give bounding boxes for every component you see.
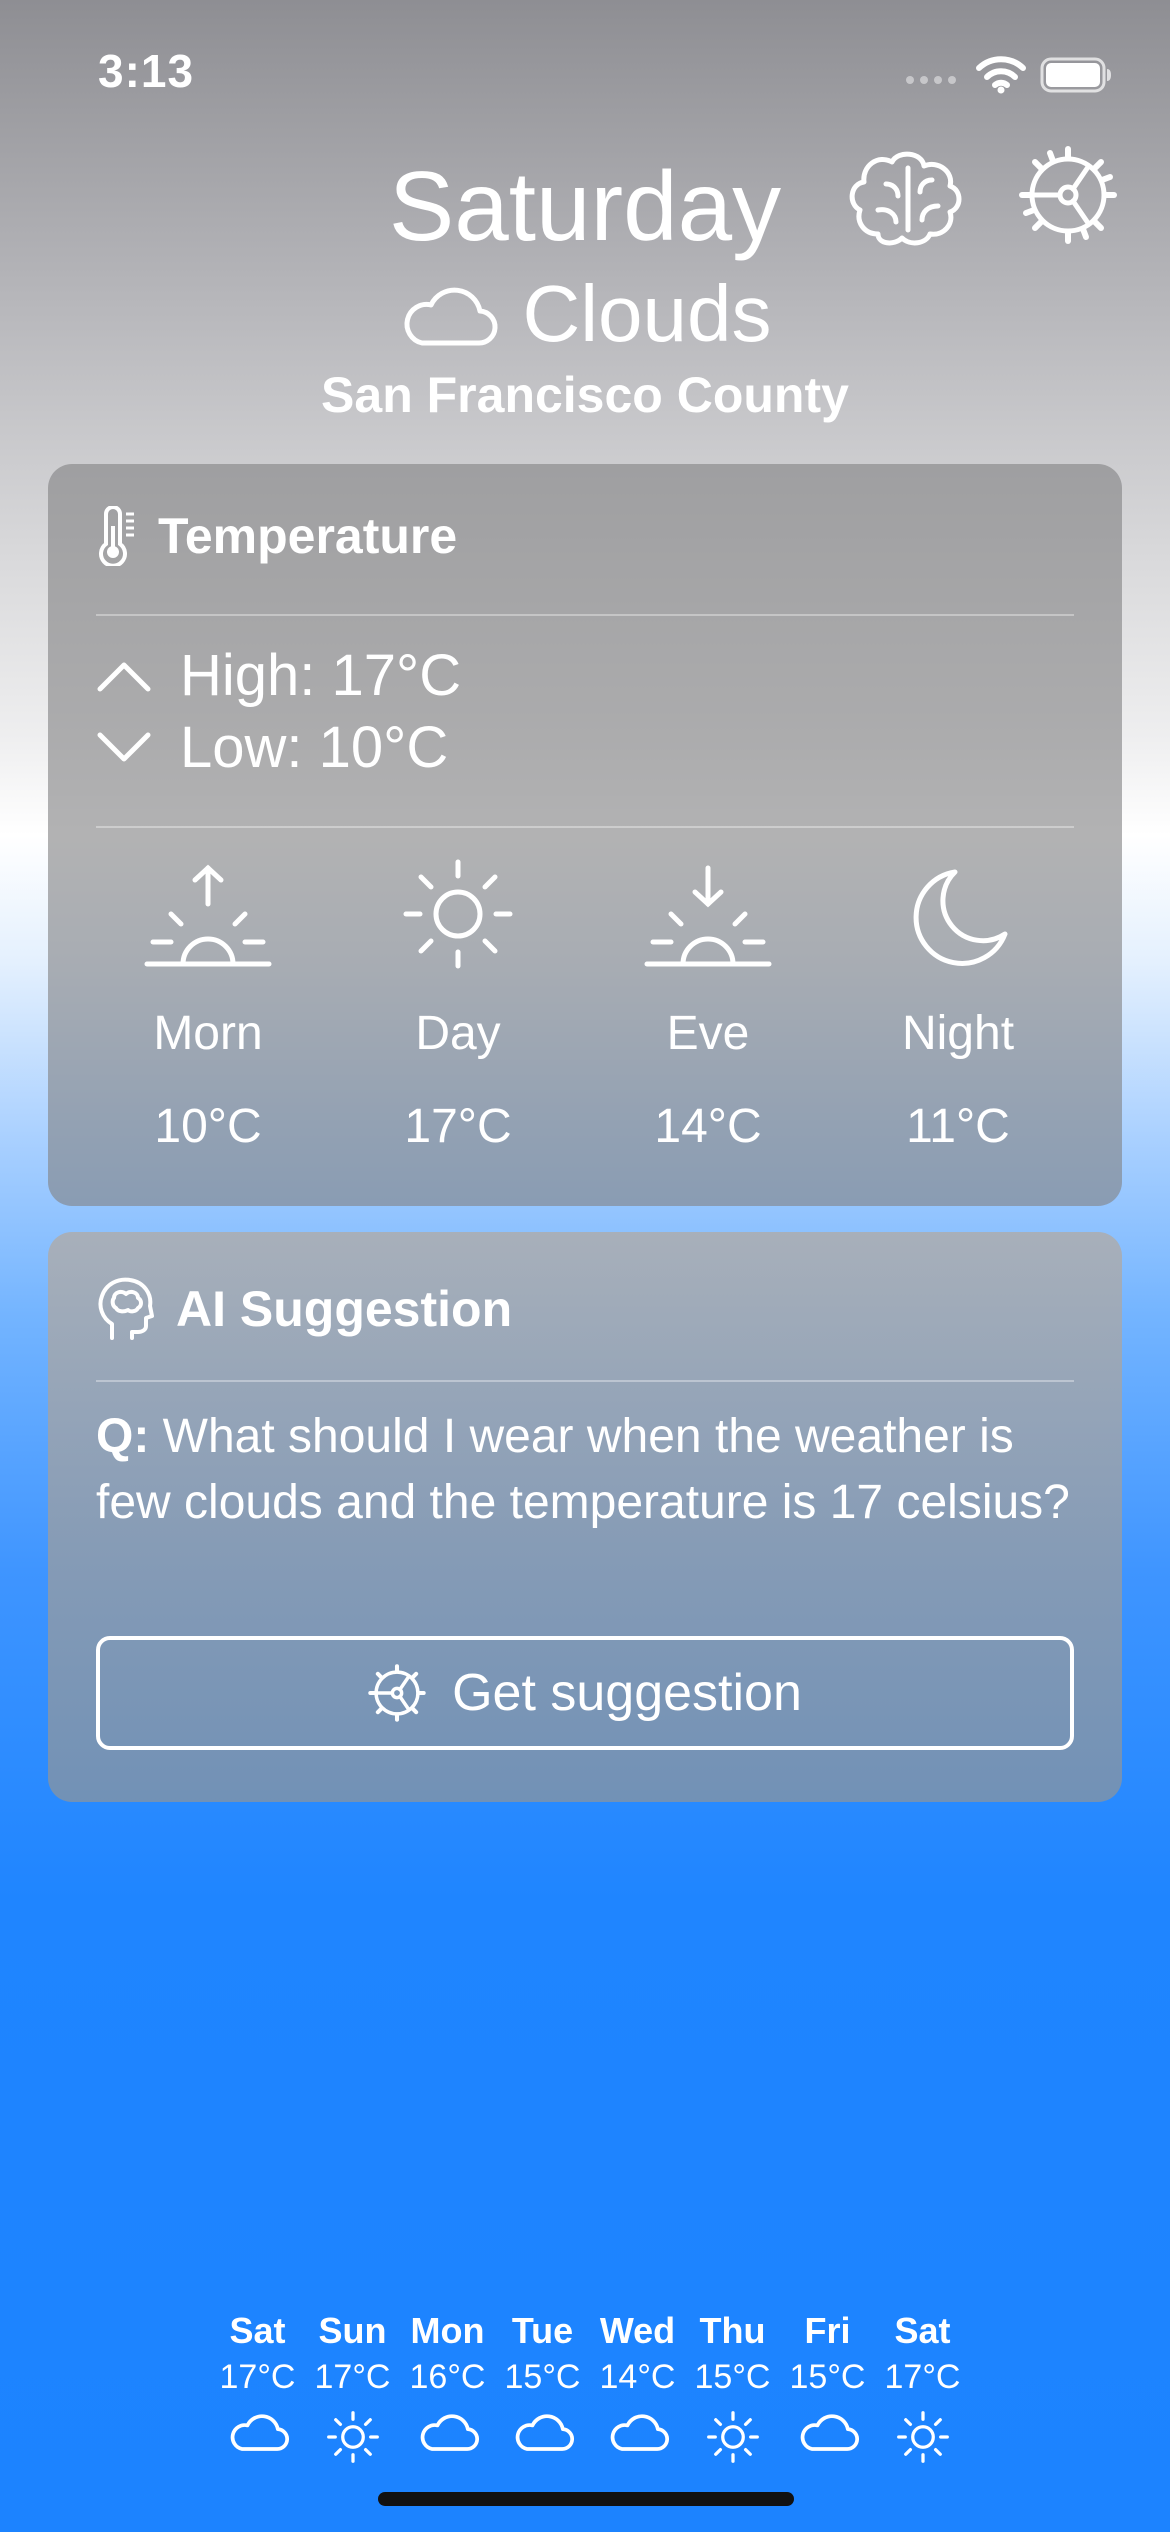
period-temperature: 17°C (404, 1100, 512, 1153)
gear-icon (1019, 146, 1117, 244)
period-label: Eve (666, 1007, 750, 1060)
forecast-day-name: Fri (804, 2310, 851, 2351)
forecast-day: Sat 17°C (210, 2310, 305, 2465)
period-night: Night 11°C (833, 854, 1083, 1154)
cloud-icon (780, 2409, 875, 2453)
condition-text: Clouds (522, 269, 772, 358)
forecast-day: Fri 15°C (780, 2310, 875, 2465)
forecast-day-temperature: 16°C (409, 2358, 486, 2396)
ai-question: Q: What should I wear when the weather i… (96, 1404, 1074, 1536)
forecast-day: Wed 14°C (590, 2310, 685, 2465)
sunrise-icon (83, 854, 333, 974)
forecast-day-name: Mon (410, 2310, 485, 2351)
forecast-day: Thu 15°C (685, 2310, 780, 2465)
period-evening: Eve 14°C (583, 854, 833, 1154)
temperature-card-title: Temperature (158, 508, 458, 564)
chevron-up-icon (96, 659, 152, 693)
period-label: Day (415, 1007, 501, 1060)
period-label: Morn (153, 1007, 263, 1060)
forecast-day-name: Wed (599, 2310, 676, 2351)
low-temperature-row: Low: 10°C (96, 714, 448, 781)
home-indicator[interactable] (378, 2492, 794, 2506)
day-title: Saturday (388, 151, 782, 261)
period-label: Night (901, 1007, 1015, 1060)
cloud-icon (400, 2409, 495, 2453)
forecast-day-temperature: 17°C (219, 2358, 296, 2396)
question-prefix: Q: (96, 1410, 150, 1463)
wifi-icon (975, 54, 1027, 94)
condition-row: Clouds (0, 268, 1170, 360)
ai-card-header: AI Suggestion (96, 1276, 512, 1342)
temperature-card: Temperature High: 17°C Low: 10°C Morn 10… (48, 464, 1122, 1206)
status-time: 3:13 (98, 45, 195, 97)
forecast-day-temperature: 14°C (599, 2358, 676, 2396)
forecast-day-temperature: 17°C (314, 2358, 391, 2396)
gear-icon (368, 1664, 426, 1722)
forecast-day-temperature: 17°C (884, 2358, 961, 2396)
sunset-icon (583, 854, 833, 974)
period-morning: Morn 10°C (83, 854, 333, 1154)
divider (96, 1380, 1074, 1382)
ai-suggestion-card: AI Suggestion Q: What should I wear when… (48, 1232, 1122, 1802)
weekly-forecast: Sat 17°C Sun 17°C Mon 16°C Tue 15°C Wed 14°C Thu 15… (210, 2310, 970, 2465)
sun-icon (875, 2409, 970, 2465)
sun-icon (333, 854, 583, 974)
sun-icon (685, 2409, 780, 2465)
forecast-day-name: Sun (318, 2310, 387, 2351)
forecast-day: Tue 15°C (495, 2310, 590, 2465)
forecast-day-temperature: 15°C (694, 2358, 771, 2396)
forecast-day-name: Tue (511, 2310, 574, 2351)
brain-icon (849, 151, 962, 246)
high-temperature: High: 17°C (180, 643, 462, 708)
cellular-signal-icon (905, 74, 957, 86)
period-temperature: 11°C (906, 1100, 1010, 1153)
cloud-icon (590, 2409, 685, 2453)
question-text: What should I wear when the weather is f… (96, 1410, 1070, 1529)
low-temperature: Low: 10°C (180, 715, 449, 780)
temperature-card-header: Temperature (96, 506, 457, 566)
settings-button[interactable] (1018, 145, 1118, 245)
forecast-day-temperature: 15°C (789, 2358, 866, 2396)
get-suggestion-label: Get suggestion (452, 1664, 802, 1722)
get-suggestion-button[interactable]: Get suggestion (96, 1636, 1074, 1750)
forecast-day-temperature: 15°C (504, 2358, 581, 2396)
ai-card-title: AI Suggestion (176, 1281, 513, 1337)
period-temperature: 10°C (154, 1100, 262, 1153)
cloud-icon (210, 2409, 305, 2453)
location-name: San Francisco County (321, 367, 849, 423)
forecast-day: Sun 17°C (305, 2310, 400, 2465)
ai-brain-button[interactable] (848, 140, 968, 250)
battery-icon (1040, 57, 1112, 93)
sun-icon (305, 2409, 400, 2465)
period-day: Day 17°C (333, 854, 583, 1154)
high-temperature-row: High: 17°C (96, 642, 461, 709)
forecast-day-name: Sat (894, 2310, 951, 2351)
head-brain-icon (96, 1276, 154, 1342)
thermometer-icon (96, 506, 136, 566)
forecast-day: Sat 17°C (875, 2310, 970, 2465)
period-temperature: 14°C (654, 1100, 762, 1153)
chevron-down-icon (96, 731, 152, 765)
cloud-icon (495, 2409, 590, 2453)
forecast-day-name: Sat (229, 2310, 286, 2351)
forecast-day-name: Thu (699, 2310, 766, 2351)
forecast-day: Mon 16°C (400, 2310, 495, 2465)
moon-icon (833, 854, 1083, 974)
cloud-icon (398, 279, 498, 349)
divider (96, 826, 1074, 828)
divider (96, 614, 1074, 616)
